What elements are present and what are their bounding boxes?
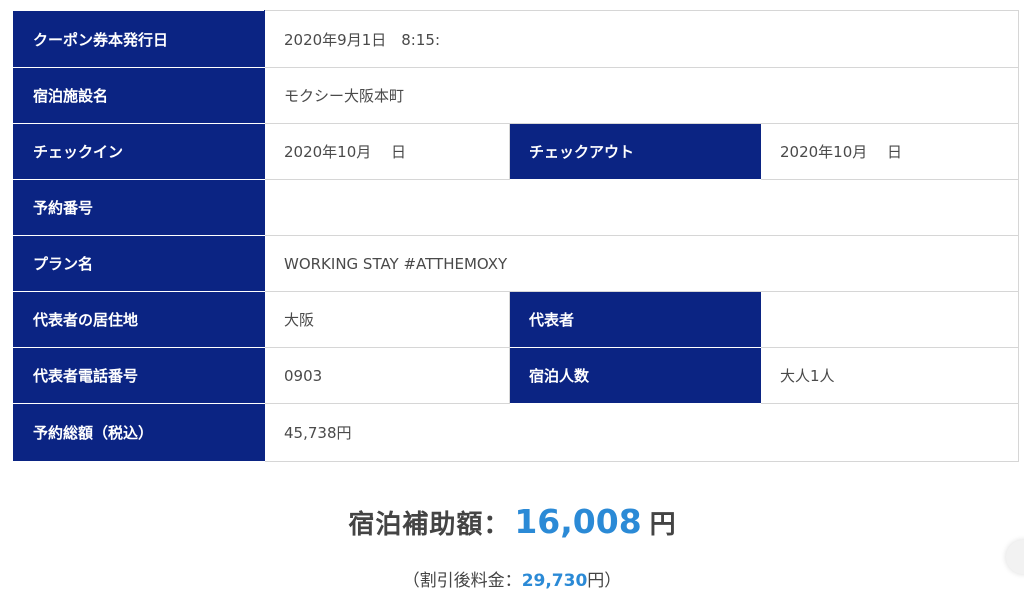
discount-close: 円）	[587, 571, 622, 591]
coupon-info-table: クーポン券本発行日 2020年9月1日 8:15: 宿泊施設名 モクシー大阪本町…	[13, 10, 1020, 462]
row-residence-representative: 代表者の居住地 大阪 代表者	[13, 291, 1020, 348]
guests-value: 大人1人	[759, 347, 1020, 404]
row-plan-name: プラン名 WORKING STAY #ATTHEMOXY	[13, 235, 1020, 292]
issue-date-label: クーポン券本発行日	[13, 10, 265, 68]
subsidy-value: 16,008	[514, 502, 642, 541]
check-in-label: チェックイン	[13, 123, 265, 180]
check-out-label: チェックアウト	[509, 123, 761, 180]
phone-value: 0903	[264, 347, 510, 404]
row-reservation-number: 予約番号	[13, 179, 1020, 236]
guests-label: 宿泊人数	[509, 347, 761, 404]
coupon-page: クーポン券本発行日 2020年9月1日 8:15: 宿泊施設名 モクシー大阪本町…	[0, 0, 1024, 602]
subsidy-label: 宿泊補助額：	[348, 510, 511, 540]
check-in-value: 2020年10月 日	[264, 123, 510, 180]
phone-label: 代表者電話番号	[13, 347, 265, 404]
row-issue-date: クーポン券本発行日 2020年9月1日 8:15:	[13, 10, 1020, 68]
reservation-number-value	[263, 179, 1020, 236]
row-total-amount: 予約総額（税込） 45,738円	[13, 403, 1020, 462]
facility-name-label: 宿泊施設名	[13, 67, 265, 124]
check-out-value: 2020年10月 日	[759, 123, 1020, 180]
row-check-in-out: チェックイン 2020年10月 日 チェックアウト 2020年10月 日	[13, 123, 1020, 180]
issue-date-value: 2020年9月1日 8:15:	[263, 10, 1020, 68]
total-amount-value: 45,738円	[263, 403, 1020, 462]
plan-name-value: WORKING STAY #ATTHEMOXY	[263, 235, 1020, 292]
discount-open: （割引後料金：	[402, 571, 522, 591]
facility-name-value: モクシー大阪本町	[263, 67, 1020, 124]
reservation-number-label: 予約番号	[13, 179, 265, 236]
discount-value: 29,730	[521, 571, 588, 591]
representative-value	[759, 291, 1020, 348]
discounted-price: （割引後料金：29,730円）	[0, 566, 1024, 591]
residence-value: 大阪	[264, 291, 510, 348]
representative-label: 代表者	[509, 291, 761, 348]
total-amount-label: 予約総額（税込）	[13, 403, 265, 462]
plan-name-label: プラン名	[13, 235, 265, 292]
residence-label: 代表者の居住地	[13, 291, 265, 348]
subsidy-amount: 宿泊補助額： 16,008 円	[0, 502, 1024, 541]
row-facility-name: 宿泊施設名 モクシー大阪本町	[13, 67, 1020, 124]
subsidy-unit: 円	[649, 510, 676, 540]
row-phone-guests: 代表者電話番号 0903 宿泊人数 大人1人	[13, 347, 1020, 404]
